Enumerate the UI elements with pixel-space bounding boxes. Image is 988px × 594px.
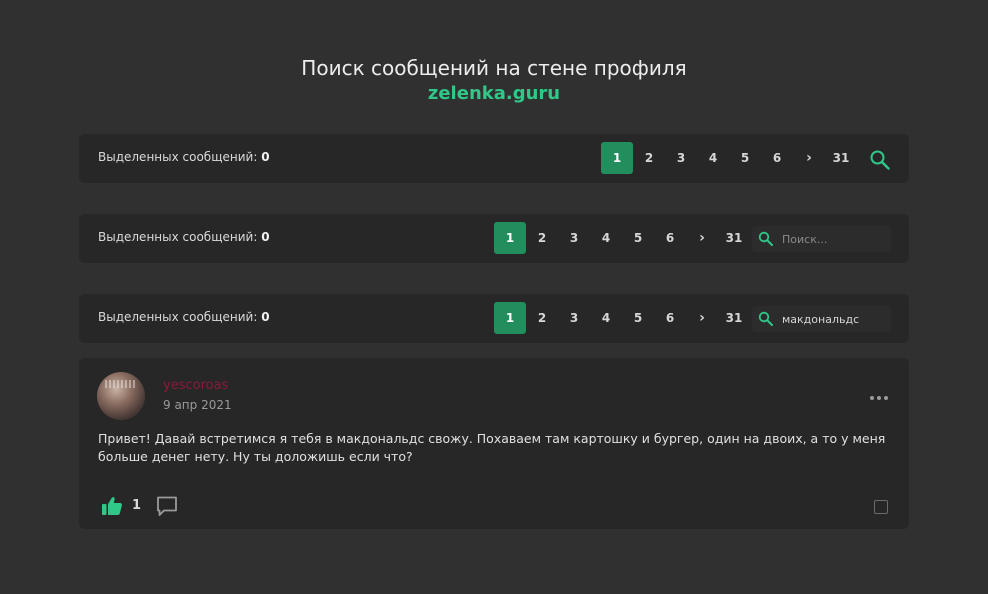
- page-header: Поиск сообщений на стене профиля zelenka…: [0, 55, 988, 107]
- page-1-button[interactable]: 1: [601, 142, 633, 174]
- page-4-button[interactable]: 4: [697, 142, 729, 174]
- site-name[interactable]: zelenka.guru: [0, 81, 988, 107]
- search-icon: [758, 231, 773, 246]
- page-5-button[interactable]: 5: [622, 222, 654, 254]
- selected-count-text: Выделенных сообщений:: [98, 310, 258, 324]
- avatar-overlay: [105, 380, 135, 388]
- page-2-button[interactable]: 2: [526, 222, 558, 254]
- avatar[interactable]: [97, 372, 145, 420]
- page-6-button[interactable]: 6: [761, 142, 793, 174]
- like-count: 1: [132, 498, 142, 513]
- last-page-button[interactable]: 31: [718, 302, 750, 334]
- page-5-button[interactable]: 5: [622, 302, 654, 334]
- search-button[interactable]: [869, 149, 891, 171]
- page-4-button[interactable]: 4: [590, 302, 622, 334]
- last-page-button[interactable]: 31: [718, 222, 750, 254]
- page-2-button[interactable]: 2: [633, 142, 665, 174]
- selected-count-text: Выделенных сообщений:: [98, 150, 258, 164]
- post-author[interactable]: yescoroas: [163, 378, 228, 393]
- search-field: [752, 226, 891, 252]
- more-dots-icon[interactable]: [869, 386, 889, 400]
- page-title: Поиск сообщений на стене профиля: [301, 56, 687, 80]
- pagination-bar-1: Выделенных сообщений: 0 1 2 3 4 5 6 › 31: [79, 134, 909, 183]
- search-icon: [758, 311, 773, 326]
- pagination: 1 2 3 4 5 6 › 31: [494, 222, 750, 254]
- selected-count-value: 0: [261, 150, 270, 164]
- pagination: 1 2 3 4 5 6 › 31: [601, 142, 857, 174]
- page-1-button[interactable]: 1: [494, 302, 526, 334]
- selected-count-text: Выделенных сообщений:: [98, 230, 258, 244]
- search-input[interactable]: [782, 230, 886, 248]
- page-1-button[interactable]: 1: [494, 222, 526, 254]
- search-field: [752, 306, 891, 332]
- wall-post: yescoroas 9 апр 2021 Привет! Давай встре…: [79, 358, 909, 529]
- selected-count-label: Выделенных сообщений: 0: [98, 230, 270, 244]
- page-3-button[interactable]: 3: [558, 222, 590, 254]
- next-page-button[interactable]: ›: [686, 222, 718, 254]
- search-input[interactable]: [782, 310, 886, 328]
- selected-count-value: 0: [261, 310, 270, 324]
- page-6-button[interactable]: 6: [654, 222, 686, 254]
- page-2-button[interactable]: 2: [526, 302, 558, 334]
- next-page-button[interactable]: ›: [793, 142, 825, 174]
- thumbs-up-icon: [102, 497, 122, 515]
- checkbox-icon[interactable]: [874, 500, 888, 514]
- comment-button[interactable]: [156, 495, 178, 517]
- page-5-button[interactable]: 5: [729, 142, 761, 174]
- search-icon: [870, 150, 890, 170]
- selected-count-value: 0: [261, 230, 270, 244]
- page-3-button[interactable]: 3: [558, 302, 590, 334]
- post-text: Привет! Давай встретимся я тебя в макдон…: [98, 431, 886, 464]
- post-date[interactable]: 9 апр 2021: [163, 398, 232, 412]
- page-3-button[interactable]: 3: [665, 142, 697, 174]
- comment-icon: [157, 496, 177, 516]
- next-page-button[interactable]: ›: [686, 302, 718, 334]
- selected-count-label: Выделенных сообщений: 0: [98, 150, 270, 164]
- pagination: 1 2 3 4 5 6 › 31: [494, 302, 750, 334]
- last-page-button[interactable]: 31: [825, 142, 857, 174]
- pagination-bar-3: Выделенных сообщений: 0 1 2 3 4 5 6 › 31: [79, 294, 909, 343]
- like-button[interactable]: [101, 495, 123, 517]
- page-4-button[interactable]: 4: [590, 222, 622, 254]
- selected-count-label: Выделенных сообщений: 0: [98, 310, 270, 324]
- pagination-bar-2: Выделенных сообщений: 0 1 2 3 4 5 6 › 31: [79, 214, 909, 263]
- page-6-button[interactable]: 6: [654, 302, 686, 334]
